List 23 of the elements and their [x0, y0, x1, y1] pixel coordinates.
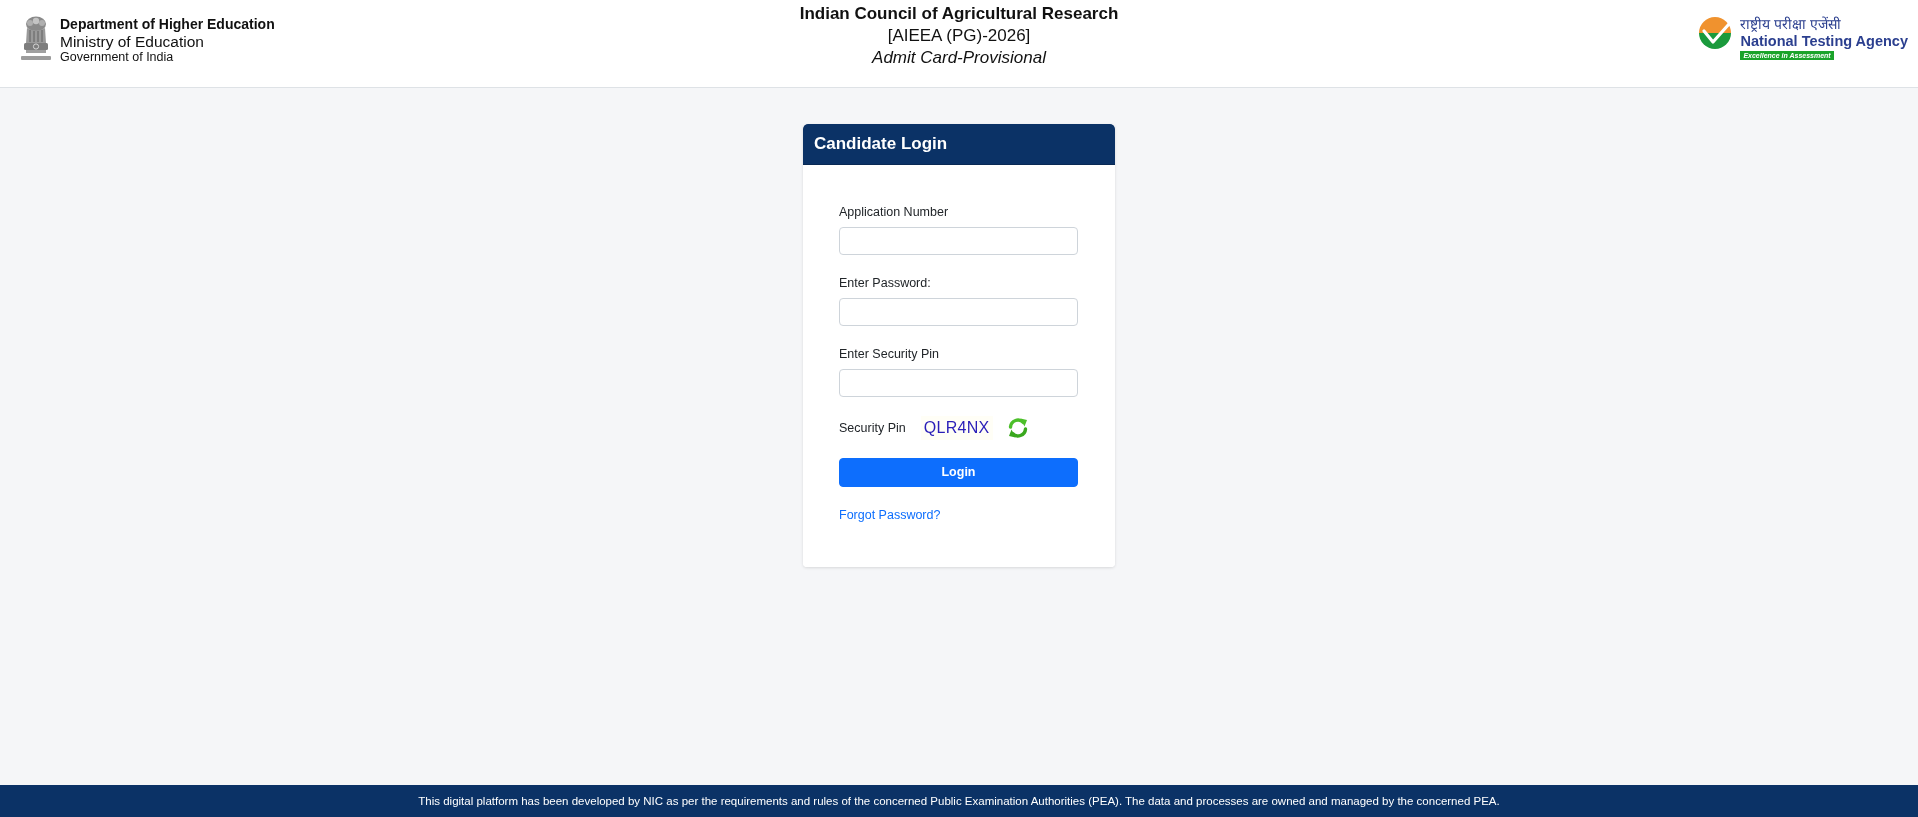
agency-hindi-name: राष्ट्रीय परीक्षा एजेंसी	[1740, 16, 1842, 33]
government-name: Government of India	[60, 50, 175, 65]
field-label: Application Number	[839, 204, 950, 221]
footer-text: This digital platform has been developed by NIC as per the requirements and rules of the concerned Public Examination Authorities (PEA). The data and processes are owned and managed by the concerned PEA.	[418, 794, 1500, 808]
department-name: Department of Higher Education	[60, 16, 275, 33]
forgot-password-link[interactable]: Forgot Password?	[839, 506, 941, 524]
input-field[interactable]	[839, 227, 1078, 255]
checkmark-circle-icon	[1698, 16, 1733, 50]
refresh-icon[interactable]	[1006, 417, 1029, 439]
field-label: Enter Security Pin	[839, 346, 941, 363]
ministry-name: Ministry of Education	[60, 33, 205, 50]
captcha-code: QLR4NX	[920, 416, 993, 440]
page-subtitle: Admit Card-Provisional	[872, 47, 1046, 69]
field-label: Enter Password:	[839, 275, 932, 292]
council-title: Indian Council of Agricultural Research	[799, 3, 1119, 25]
input-field[interactable]	[839, 298, 1078, 326]
card-title: Candidate Login	[803, 124, 1115, 165]
agency-name: National Testing Agency	[1740, 33, 1908, 50]
exam-title: [AIEEA (PG)-2026]	[887, 25, 1031, 47]
input-field[interactable]	[839, 369, 1078, 397]
login-button[interactable]: Login	[839, 458, 1078, 487]
captcha-label: Security Pin	[839, 419, 906, 437]
emblem-icon	[21, 16, 51, 62]
